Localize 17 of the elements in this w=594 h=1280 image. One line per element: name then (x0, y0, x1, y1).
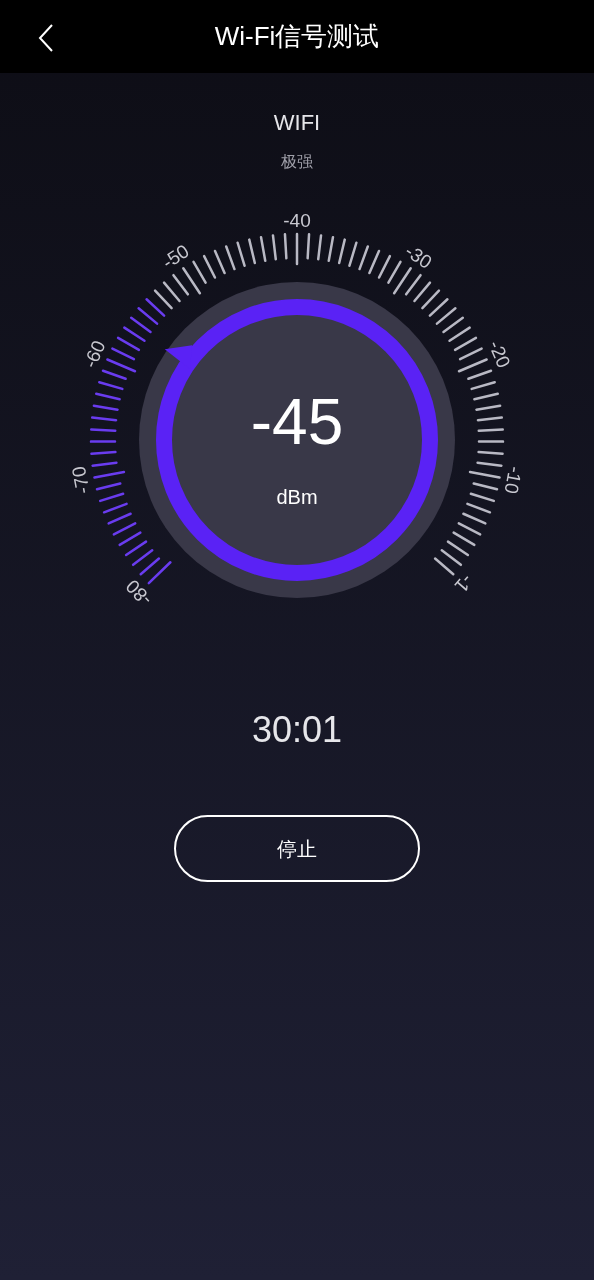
signal-strength: 极强 (281, 152, 313, 172)
network-name: WIFI (273, 109, 321, 137)
scale-label: -10 (500, 464, 527, 496)
unit-label: dBm (276, 486, 318, 508)
scale-label: -70 (67, 464, 94, 496)
scale-label: -20 (484, 337, 515, 371)
scale-label: -1 (450, 570, 478, 597)
timer: 30:01 (251, 710, 343, 750)
scale-label: -30 (401, 240, 436, 273)
scale-label: -80 (121, 575, 156, 610)
signal-reading: -45 (250, 386, 344, 458)
scale-label: -50 (158, 240, 193, 273)
scale-label: -40 (283, 209, 311, 231)
scale-label: -60 (79, 337, 110, 371)
window-title: Wi-Fi信号测试 (214, 20, 380, 53)
back-icon[interactable] (38, 24, 54, 52)
stop-button[interactable]: 停止 (174, 815, 420, 882)
